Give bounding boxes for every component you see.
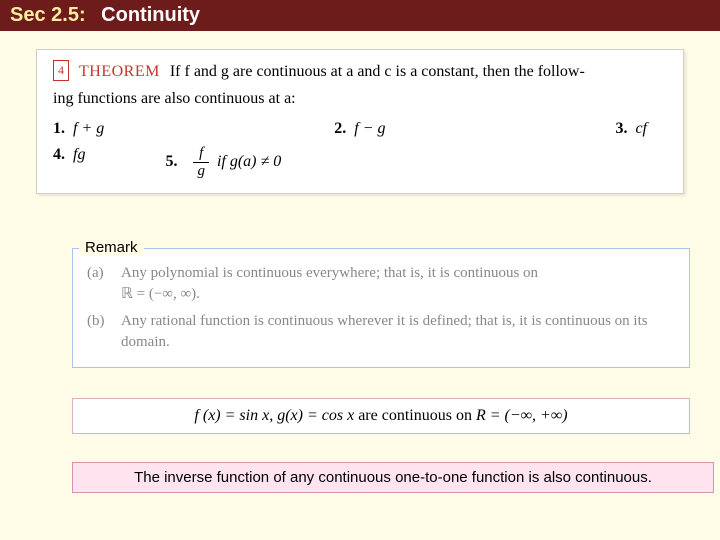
remark-box: Remark (a) Any polynomial is continuous … bbox=[72, 248, 690, 368]
section-title: Continuity bbox=[101, 4, 200, 26]
theorem-items-row2: 4.fg 5. f g if g(a) ≠ 0 bbox=[53, 146, 667, 179]
sincos-mid: are continuous on bbox=[358, 407, 476, 424]
section-number: Sec 2.5: bbox=[10, 4, 86, 26]
sincos-domain: R = (−∞, +∞) bbox=[476, 407, 568, 424]
remark-a-label: (a) bbox=[87, 263, 113, 305]
theorem-number: 4 bbox=[53, 60, 69, 81]
remark-a-set: ℝ = (−∞, ∞). bbox=[121, 286, 200, 302]
remark-a-text: Any polynomial is continuous everywhere;… bbox=[121, 265, 538, 281]
slide-header: Sec 2.5: Continuity bbox=[0, 0, 720, 31]
remark-b-label: (b) bbox=[87, 311, 113, 353]
theorem-text-line2: ing functions are also continuous at a: bbox=[53, 87, 667, 112]
theorem-text-line1: If f and g are continuous at a and c is … bbox=[170, 63, 585, 80]
theorem-label: THEOREM bbox=[79, 63, 160, 80]
remark-b-text: Any rational function is continuous wher… bbox=[121, 311, 675, 353]
theorem-items-row1: 1.f + g 2.f − g 3.cf bbox=[53, 120, 667, 138]
remark-title: Remark bbox=[79, 239, 144, 256]
fraction-f-over-g: f g bbox=[193, 146, 209, 179]
inverse-function-note: The inverse function of any continuous o… bbox=[72, 462, 714, 493]
theorem-box: 4 THEOREM If f and g are continuous at a… bbox=[36, 49, 684, 194]
sincos-box: f (x) = sin x, g(x) = cos x are continuo… bbox=[72, 398, 690, 434]
sincos-functions: f (x) = sin x, g(x) = cos x bbox=[194, 407, 354, 424]
slide-content: 4 THEOREM If f and g are continuous at a… bbox=[0, 31, 720, 493]
